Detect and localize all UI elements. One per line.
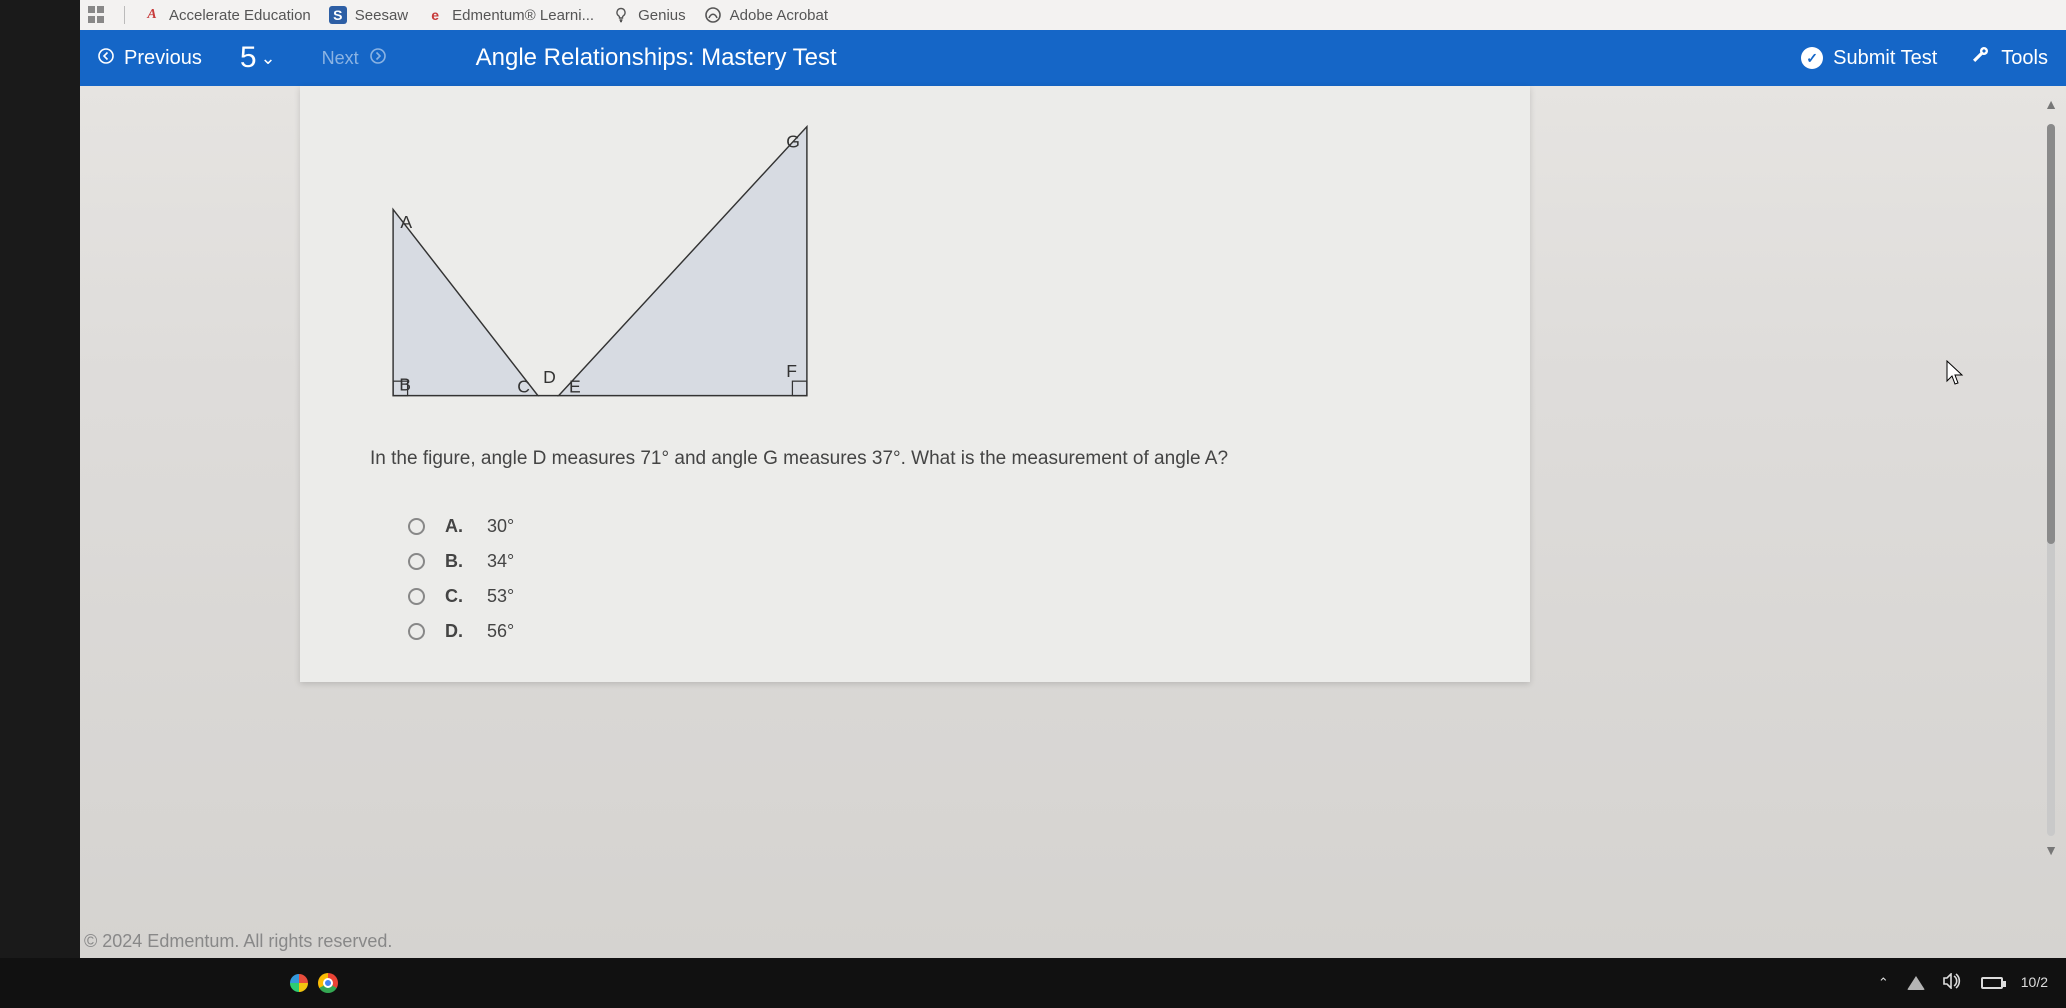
option-b[interactable]: B. 34° [408, 551, 514, 572]
accelerate-icon: A [143, 6, 161, 24]
previous-label: Previous [124, 47, 202, 70]
tab-adobe[interactable]: Adobe Acrobat [704, 6, 828, 24]
option-letter: D. [445, 621, 467, 642]
next-label: Next [322, 48, 359, 68]
option-c[interactable]: C. 53° [408, 586, 514, 607]
question-text: In the figure, angle D measures 71° and … [370, 448, 1228, 470]
taskbar-app-icon[interactable] [290, 974, 308, 992]
arrow-left-icon [98, 48, 114, 69]
tools-button[interactable]: Tools [1971, 45, 2048, 71]
tools-label: Tools [2001, 47, 2048, 70]
wrench-icon [1971, 45, 1991, 71]
submit-test-button[interactable]: ✓ Submit Test [1801, 47, 1937, 70]
option-a[interactable]: A. 30° [408, 516, 514, 537]
option-text: 56° [487, 621, 514, 642]
tab-label: Adobe Acrobat [730, 7, 828, 24]
answer-options: A. 30° B. 34° C. 53° D. 56° [408, 516, 514, 642]
label-G: G [786, 131, 800, 151]
volume-icon[interactable] [1943, 973, 1963, 994]
windows-taskbar: ⌃ 10/2 [0, 958, 2066, 1008]
arrow-right-icon [370, 48, 386, 68]
question-number: 5 [240, 41, 257, 75]
option-d[interactable]: D. 56° [408, 621, 514, 642]
adobe-icon [704, 6, 722, 24]
battery-icon[interactable] [1981, 977, 2003, 989]
browser-viewport: A Accelerate Education S Seesaw e Edment… [80, 0, 2066, 958]
option-text: 30° [487, 516, 514, 537]
copyright-text: © 2024 Edmentum. All rights reserved. [84, 931, 392, 952]
option-letter: C. [445, 586, 467, 607]
tray-overflow-icon[interactable]: ⌃ [1878, 975, 1889, 991]
tab-label: Accelerate Education [169, 7, 311, 24]
browser-tab-bar: A Accelerate Education S Seesaw e Edment… [80, 0, 2066, 30]
taskbar-apps [0, 973, 338, 993]
mouse-cursor-icon [1946, 360, 1966, 392]
radio-icon [408, 518, 425, 535]
tab-label: Seesaw [355, 7, 408, 24]
label-A: A [400, 212, 412, 232]
tab-edmentum[interactable]: e Edmentum® Learni... [426, 6, 594, 24]
scroll-down-icon[interactable]: ▼ [2042, 842, 2060, 864]
previous-button[interactable]: Previous [98, 47, 202, 70]
chrome-icon[interactable] [318, 973, 338, 993]
edmentum-icon: e [426, 6, 444, 24]
test-toolbar: Previous 5 ⌄ Next Angle Relationships: M… [80, 30, 2066, 86]
toolbar-left: Previous 5 ⌄ Next [98, 41, 386, 75]
label-F: F [786, 361, 797, 381]
label-E: E [569, 377, 581, 397]
submit-label: Submit Test [1833, 47, 1937, 70]
radio-icon [408, 553, 425, 570]
tab-accelerate-education[interactable]: A Accelerate Education [143, 6, 311, 24]
radio-icon [408, 623, 425, 640]
wifi-icon[interactable] [1907, 976, 1925, 990]
tab-seesaw[interactable]: S Seesaw [329, 6, 408, 24]
geometry-figure: A B C D E F G [370, 106, 830, 406]
apps-grid-icon[interactable] [88, 6, 106, 24]
question-card: A B C D E F G In the figure, angle D mea… [300, 86, 1530, 682]
option-letter: B. [445, 551, 467, 572]
label-B: B [399, 374, 411, 394]
tab-separator [124, 6, 125, 24]
label-D: D [543, 367, 556, 387]
option-letter: A. [445, 516, 467, 537]
scroll-thumb[interactable] [2047, 124, 2055, 544]
radio-icon [408, 588, 425, 605]
seesaw-icon: S [329, 6, 347, 24]
next-button[interactable]: Next [322, 48, 386, 69]
option-text: 34° [487, 551, 514, 572]
vertical-scrollbar[interactable]: ▲ ▼ [2042, 96, 2060, 864]
test-title: Angle Relationships: Mastery Test [476, 44, 837, 72]
option-text: 53° [487, 586, 514, 607]
scroll-up-icon[interactable]: ▲ [2042, 96, 2060, 118]
tab-label: Edmentum® Learni... [452, 7, 594, 24]
toolbar-right: ✓ Submit Test Tools [1801, 45, 2048, 71]
check-circle-icon: ✓ [1801, 47, 1823, 69]
system-tray: ⌃ 10/2 [1878, 973, 2066, 994]
tab-genius[interactable]: Genius [612, 6, 686, 24]
label-C: C [517, 377, 530, 397]
question-number-dropdown[interactable]: 5 ⌄ [240, 41, 276, 75]
bulb-icon [612, 6, 630, 24]
tray-date[interactable]: 10/2 [2021, 975, 2048, 990]
tab-label: Genius [638, 7, 686, 24]
chevron-down-icon: ⌄ [261, 48, 276, 69]
